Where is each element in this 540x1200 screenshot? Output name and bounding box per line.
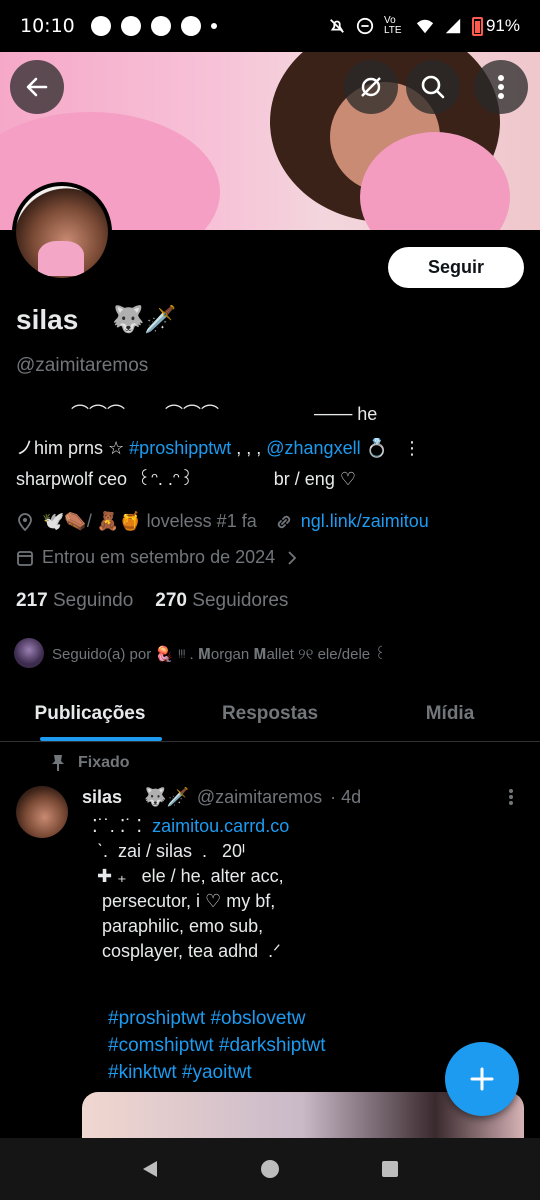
system-icons: Vo LTE 91%: [328, 16, 520, 36]
translate-button[interactable]: [344, 60, 398, 114]
bio-hashtag-link[interactable]: #proshipptwt: [129, 438, 231, 458]
post-header: silas 🐺🗡️ @zaimitaremos · 4d: [82, 787, 361, 808]
profile-avatar[interactable]: [12, 182, 112, 282]
profile-handle: @zaimitaremos: [16, 355, 149, 376]
pinned-indicator: Fixado: [50, 754, 130, 772]
post-more-button[interactable]: [508, 788, 514, 811]
bio-mention-link[interactable]: @zhangxell: [266, 438, 360, 458]
chevron-right-icon[interactable]: [283, 549, 301, 567]
post-hashtags[interactable]: #proshiptwt #obslovetw #comshiptwt #dark…: [108, 1005, 326, 1086]
bio-line: ⌒⌒⌒ ⌒⌒⌒ ─── he: [16, 404, 378, 424]
post-body: ˋ. zai / silas . 20ᴵ ✚ ₊ ele / he, alter…: [97, 841, 284, 961]
message-icon: [150, 16, 171, 36]
network-label: Vo LTE: [383, 15, 402, 36]
follower-avatar: [14, 638, 44, 668]
post-link[interactable]: zaimitou.carrd.co: [152, 816, 289, 836]
profile-tabs: Publicações Respostas Mídia: [0, 686, 540, 742]
wifi-icon: [416, 19, 434, 34]
back-button[interactable]: [10, 60, 64, 114]
home-circle-icon[interactable]: [259, 1158, 281, 1180]
pinned-label: Fixado: [78, 754, 130, 771]
followed-by-text: Seguido(a) por 🪼 ᵎᵎᵎ . 𝐌organ 𝐌allet ୨୧ …: [52, 646, 387, 663]
tab-media[interactable]: Mídia: [360, 686, 540, 741]
more-button[interactable]: [474, 60, 528, 114]
status-time: 10:10: [20, 15, 75, 37]
bio-text: ノhim prns ☆: [16, 438, 130, 458]
followed-by-row[interactable]: Seguido(a) por 🪼 ᵎᵎᵎ . 𝐌organ 𝐌allet ୨୧ …: [14, 638, 386, 668]
profile-name-emoji: 🐺🗡️: [112, 304, 177, 334]
following-count: 217: [16, 590, 48, 611]
plus-icon: [470, 1067, 494, 1091]
silent-icon: [330, 19, 344, 33]
following-label: Seguindo: [52, 590, 134, 611]
message-icon: [180, 16, 201, 36]
facebook-icon: [120, 16, 141, 36]
facebook-icon: [90, 16, 111, 36]
bio-text: , , ,: [231, 438, 267, 458]
back-triangle-icon[interactable]: [139, 1158, 161, 1180]
profile-location: 🕊️⚰️/ 🧸🍯 loveless #1 fa: [42, 511, 257, 531]
tab-replies[interactable]: Respostas: [180, 686, 360, 741]
followers-count: 270: [155, 590, 187, 611]
pin-icon: [52, 755, 64, 771]
profile-name: silas: [16, 304, 79, 335]
bio-text: 💍 ⋮: [360, 438, 421, 458]
post-author-avatar[interactable]: [16, 786, 68, 838]
follow-button[interactable]: Seguir: [388, 247, 524, 288]
following-count-link[interactable]: 217 Seguindo: [16, 590, 133, 612]
link-icon: [277, 515, 290, 528]
dnd-icon: [356, 17, 374, 35]
calendar-icon: [17, 550, 33, 566]
battery-icon: [471, 16, 483, 36]
post-author-name[interactable]: silas: [82, 787, 122, 808]
tab-posts[interactable]: Publicações: [0, 686, 180, 741]
more-vertical-icon: [509, 789, 513, 805]
compose-post-button[interactable]: [445, 1042, 519, 1116]
post-text: ⁚˙˙. ⁚˙ ⁚ zaimitou.carrd.co ˋ. zai / sil…: [82, 814, 289, 964]
post-age: · 4d: [330, 787, 362, 807]
location-pin-icon: [18, 512, 32, 531]
post-author-emoji: 🐺🗡️: [144, 787, 189, 807]
profile-meta-row: 🕊️⚰️/ 🧸🍯 loveless #1 fa ngl.link/zaimito…: [16, 511, 429, 532]
battery: 91%: [471, 16, 520, 36]
status-bar: 10:10 Vo LTE 91%: [0, 0, 540, 52]
profile-joined-row: Entrou em setembro de 2024: [16, 547, 301, 568]
search-icon: [421, 75, 445, 99]
profile-website-link[interactable]: ngl.link/zaimitou: [301, 511, 429, 532]
bio-line: ノhim prns ☆ #proshipptwt , , , @zhangxel…: [16, 434, 421, 460]
follow-counts: 217 Seguindo 270 Seguidores: [16, 590, 288, 612]
battery-level: 91%: [485, 16, 520, 35]
recents-square-icon[interactable]: [379, 1158, 401, 1180]
system-nav-bar: [0, 1138, 540, 1200]
bio-line: sharpwolf ceo ꒰ᵔ. .ᵔ꒱ br / eng ♡: [16, 469, 356, 489]
notification-icons: [90, 16, 217, 36]
signal-icon: [445, 18, 461, 34]
more-notifications-icon: [210, 23, 217, 29]
followers-count-link[interactable]: 270 Seguidores: [155, 590, 288, 612]
post-author-handle[interactable]: @zaimitaremos: [197, 787, 322, 808]
more-vertical-icon: [498, 75, 504, 99]
arrow-left-icon: [26, 77, 48, 97]
followers-label: Seguidores: [192, 590, 289, 611]
translate-icon: [361, 77, 381, 97]
profile-joined-date: Entrou em setembro de 2024: [42, 547, 276, 567]
post-text-prefix: ⁚˙˙. ⁚˙ ⁚: [82, 816, 153, 836]
search-button[interactable]: [406, 60, 460, 114]
